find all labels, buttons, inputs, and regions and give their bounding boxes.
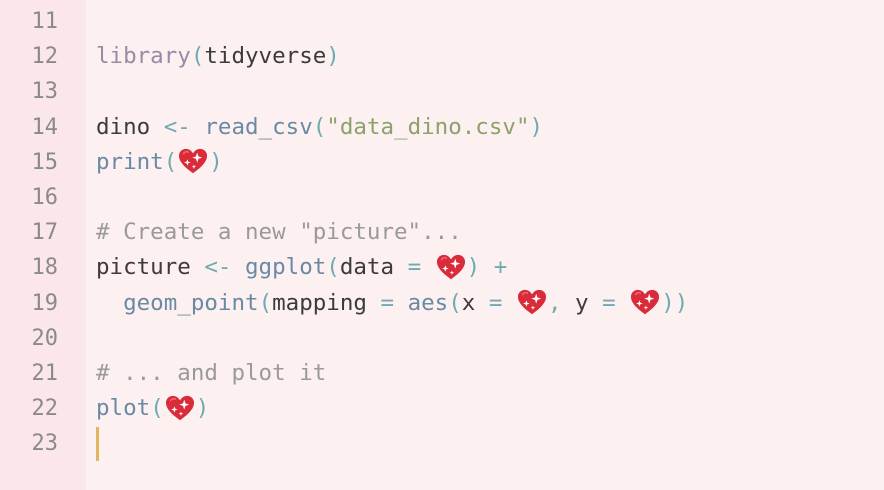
equals-operator: = bbox=[380, 289, 408, 316]
paren: ) bbox=[209, 148, 223, 175]
equals-operator: = bbox=[602, 289, 630, 316]
variable: dino bbox=[96, 113, 164, 140]
text-cursor bbox=[96, 426, 99, 461]
line-number: 12 bbox=[31, 44, 59, 70]
line-number: 17 bbox=[31, 220, 59, 246]
code-line-empty[interactable] bbox=[96, 4, 884, 39]
argument: data bbox=[339, 254, 408, 281]
equals-operator: = bbox=[488, 289, 516, 316]
code-line[interactable]: # ... and plot it bbox=[96, 356, 884, 391]
function-name: read_csv bbox=[204, 113, 313, 140]
assign-operator: <- bbox=[204, 254, 246, 281]
paren: ( bbox=[258, 289, 273, 316]
function-name: library bbox=[96, 43, 191, 70]
paren: ( bbox=[163, 148, 178, 175]
code-line[interactable]: print() bbox=[96, 145, 884, 180]
plus-operator: + bbox=[480, 254, 508, 281]
paren: ( bbox=[448, 289, 462, 316]
function-name: print bbox=[96, 148, 164, 175]
argument: x bbox=[461, 289, 489, 316]
paren: ) bbox=[466, 254, 481, 281]
line-number-gutter: 11 12 13 14 15 16 17 18 19 20 21 22 23 bbox=[0, 0, 86, 490]
paren: ) bbox=[195, 395, 210, 422]
sparkling-heart-icon bbox=[178, 147, 208, 177]
code-line[interactable]: geom_point(mapping = aes(x = , y = )) bbox=[96, 286, 884, 321]
line-number: 22 bbox=[31, 396, 59, 422]
line-number: 11 bbox=[31, 9, 59, 34]
line-number: 13 bbox=[31, 79, 59, 105]
function-name: ggplot bbox=[245, 254, 327, 281]
line-number: 15 bbox=[31, 149, 59, 175]
paren: ( bbox=[150, 395, 164, 422]
paren: ( bbox=[190, 43, 205, 70]
function-name: geom_point bbox=[123, 289, 259, 316]
line-number: 16 bbox=[31, 184, 59, 210]
argument: mapping bbox=[272, 289, 381, 316]
code-area[interactable]: library(tidyverse) dino <- read_csv("dat… bbox=[86, 0, 884, 490]
comment: # ... and plot it bbox=[96, 359, 327, 386]
line-number: 14 bbox=[31, 114, 59, 140]
code-line[interactable]: library(tidyverse) bbox=[96, 39, 884, 74]
code-line-empty[interactable] bbox=[96, 180, 884, 215]
function-name: aes bbox=[407, 289, 449, 316]
argument: y bbox=[575, 289, 603, 316]
string-literal: "data_dino.csv" bbox=[326, 113, 530, 140]
line-number: 18 bbox=[31, 255, 59, 281]
code-line[interactable]: # Create a new "picture"... bbox=[96, 215, 884, 250]
line-number: 19 bbox=[31, 290, 59, 316]
paren: ( bbox=[326, 254, 340, 281]
assign-operator: <- bbox=[163, 113, 205, 140]
code-line[interactable]: plot() bbox=[96, 391, 884, 426]
paren: ) bbox=[529, 113, 544, 140]
function-name: plot bbox=[96, 395, 151, 422]
comment: # Create a new "picture"... bbox=[96, 219, 462, 246]
sparkling-heart-icon bbox=[630, 288, 660, 318]
sparkling-heart-icon bbox=[517, 288, 547, 318]
sparkling-heart-icon bbox=[436, 253, 466, 283]
code-editor[interactable]: 11 12 13 14 15 16 17 18 19 20 21 22 23 l… bbox=[0, 0, 884, 490]
line-number: 23 bbox=[31, 431, 59, 457]
paren: )) bbox=[661, 289, 689, 316]
code-line[interactable]: dino <- read_csv("data_dino.csv") bbox=[96, 110, 884, 145]
code-line-current[interactable] bbox=[96, 426, 884, 461]
paren: ) bbox=[326, 43, 340, 70]
sparkling-heart-icon bbox=[165, 394, 195, 424]
line-number: 20 bbox=[31, 325, 59, 351]
code-line[interactable]: picture <- ggplot(data = ) + bbox=[96, 250, 884, 285]
comma: , bbox=[547, 289, 576, 316]
variable: picture bbox=[96, 254, 205, 281]
argument: tidyverse bbox=[204, 43, 327, 70]
paren: ( bbox=[312, 113, 327, 140]
code-line-empty[interactable] bbox=[96, 74, 884, 109]
equals-operator: = bbox=[407, 254, 435, 281]
line-number: 21 bbox=[31, 360, 59, 386]
code-line-empty[interactable] bbox=[96, 321, 884, 356]
